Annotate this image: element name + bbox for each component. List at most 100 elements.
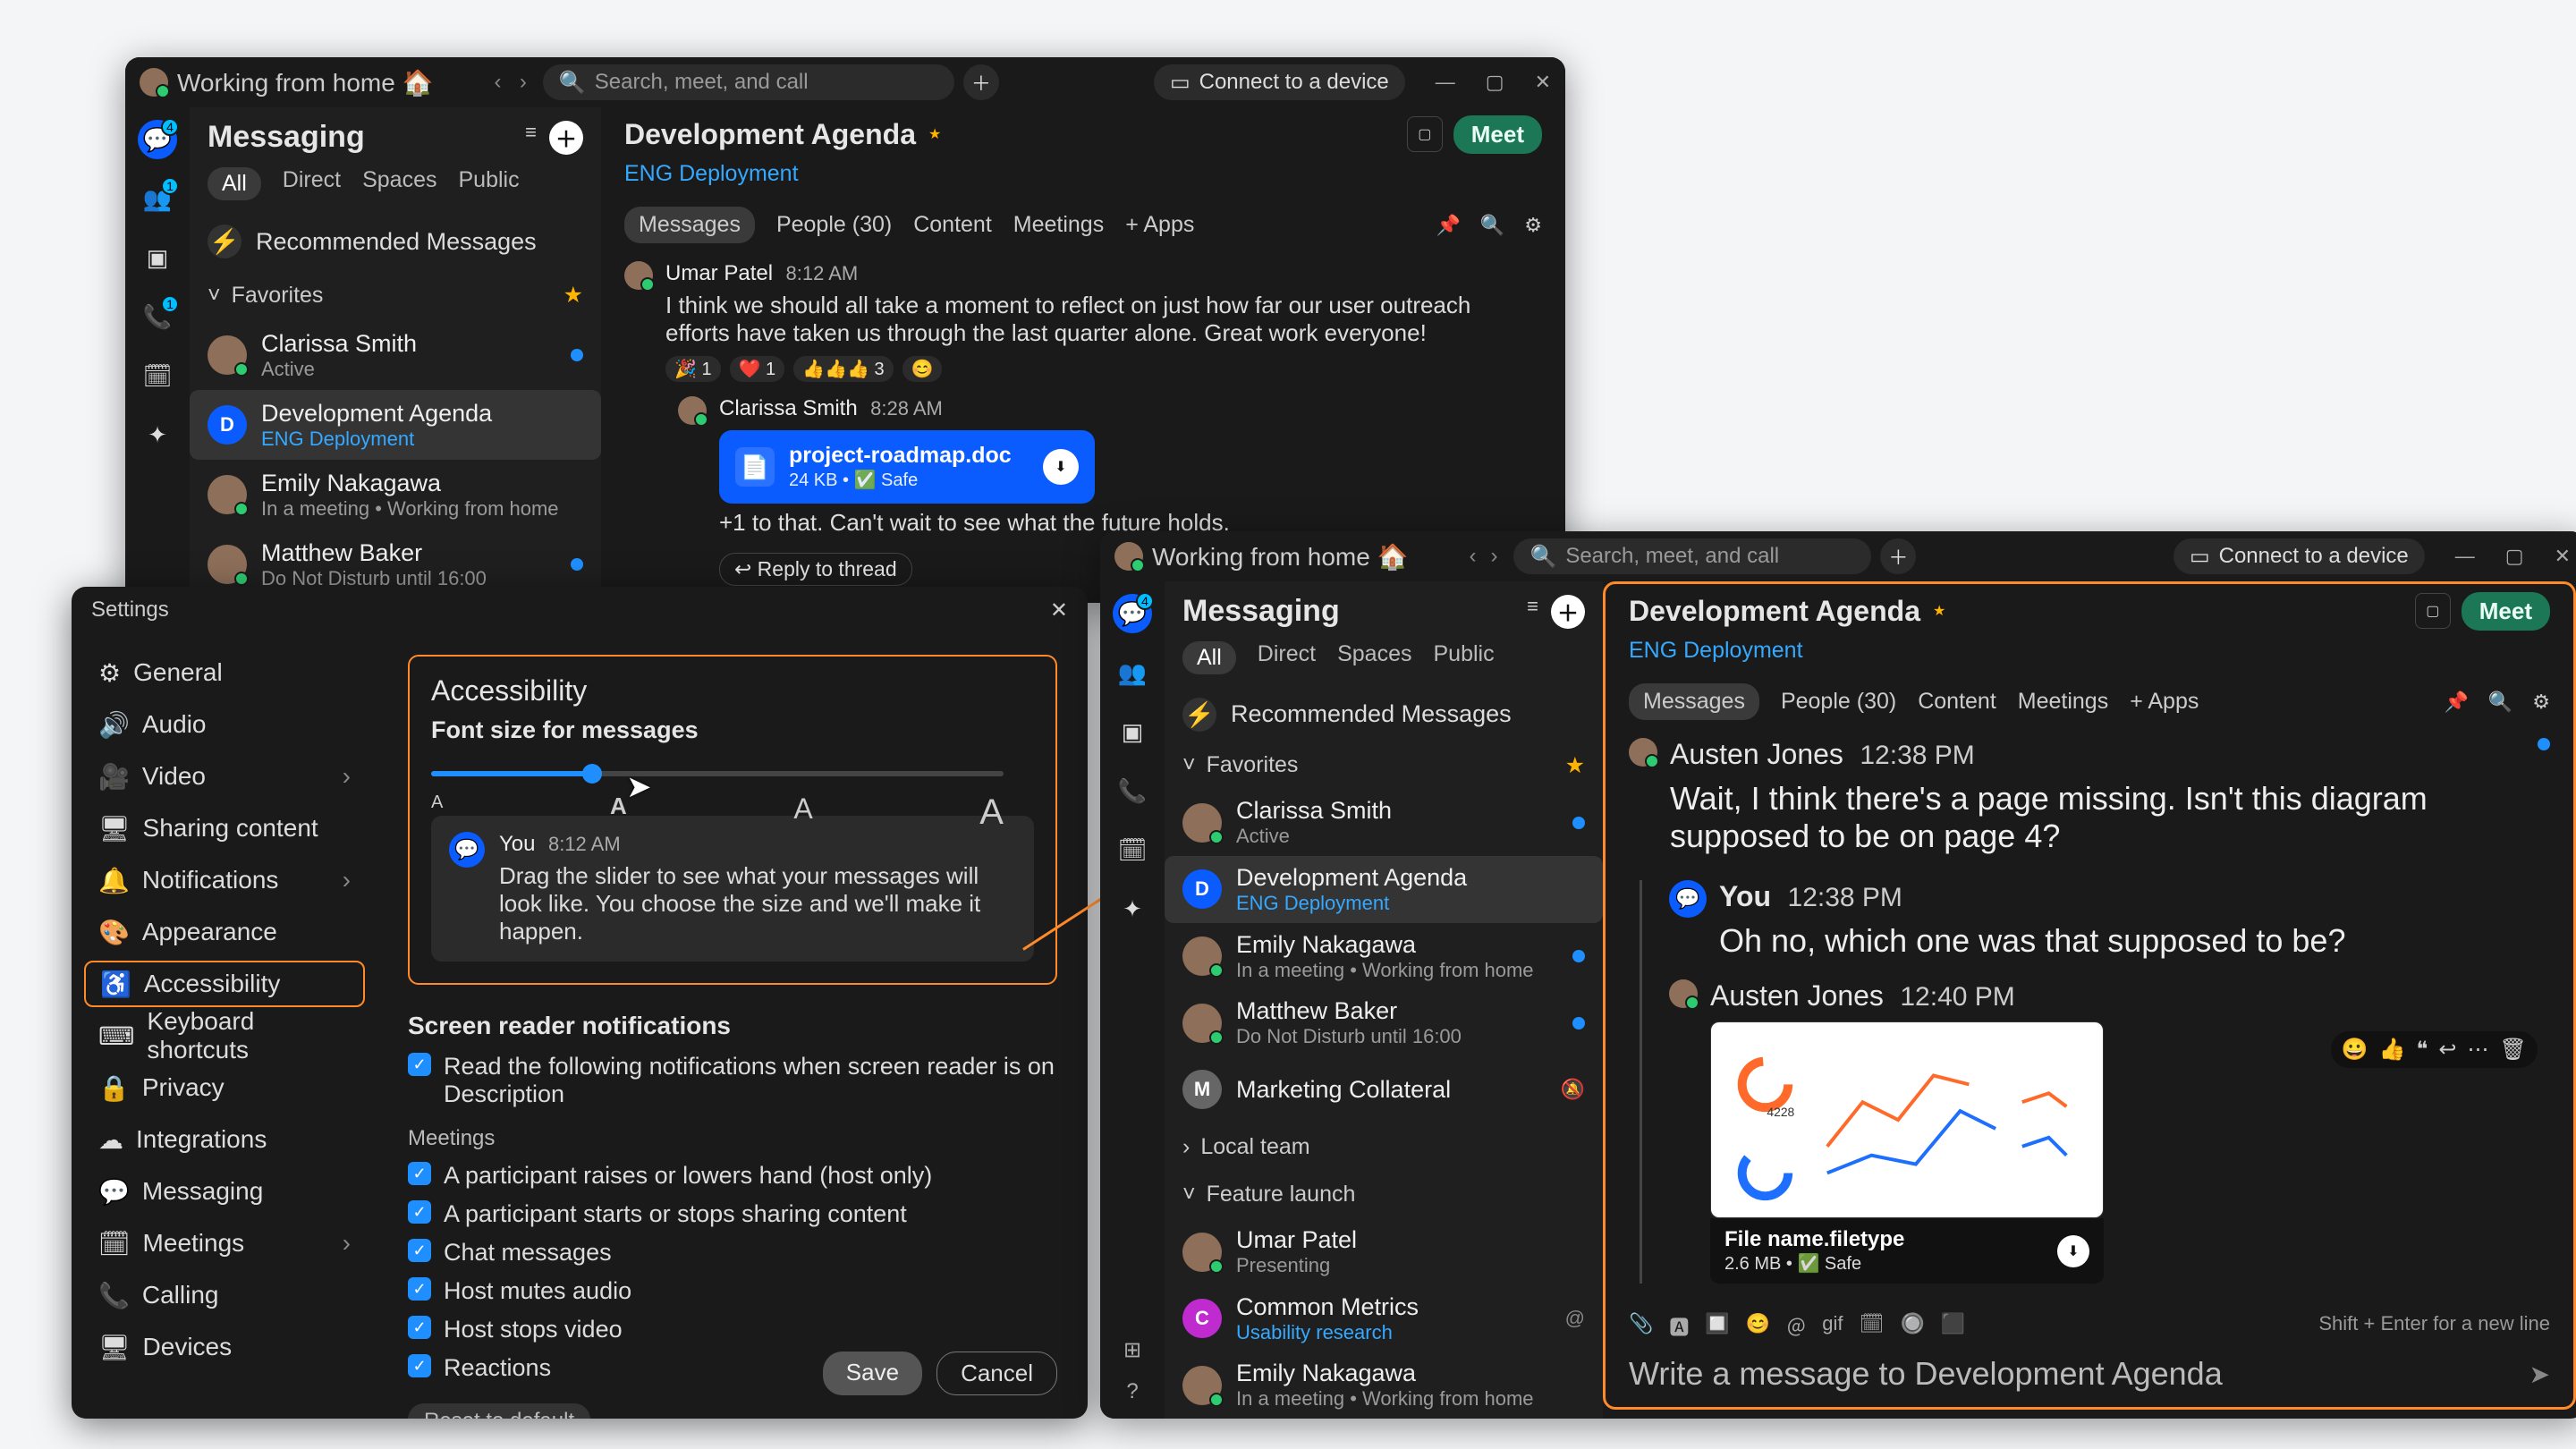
filter-icon[interactable]: ≡ <box>525 121 537 155</box>
settings-nav-messaging[interactable]: 💬Messaging <box>84 1168 365 1215</box>
reply-thread-button[interactable]: ↩ Reply to thread <box>719 553 912 586</box>
react-delete[interactable]: 🗑 <box>2500 1037 2527 1063</box>
rail-chat[interactable]: 💬4 <box>1113 594 1152 633</box>
cancel-button[interactable]: Cancel <box>936 1352 1057 1395</box>
author-avatar[interactable] <box>624 261 653 290</box>
conv-development-agenda[interactable]: D Development AgendaENG Deployment <box>190 390 601 460</box>
checkbox-row[interactable]: ✓A participant starts or stops sharing c… <box>408 1195 1057 1233</box>
rail-contacts[interactable]: ▣ <box>1113 712 1152 751</box>
filter-spaces[interactable]: Spaces <box>362 167 436 200</box>
global-search[interactable]: 🔍 Search, meet, and call <box>1513 538 1871 574</box>
react-quote[interactable]: ❝ <box>2417 1037 2428 1063</box>
reset-button[interactable]: Reset to default <box>408 1403 590 1419</box>
filter-icon[interactable]: ≡ <box>1527 595 1538 629</box>
filter-public[interactable]: Public <box>458 167 519 200</box>
mention-icon[interactable]: ＠ <box>1786 1312 1806 1341</box>
tab-meetings[interactable]: Meetings <box>2018 689 2108 715</box>
rail-contacts[interactable]: ▣ <box>138 238 177 277</box>
author-avatar[interactable] <box>1629 738 1657 767</box>
bitmap-icon[interactable]: ⬛ <box>1941 1312 1965 1341</box>
forward-button[interactable]: › <box>1490 544 1497 568</box>
settings-nav-accessibility[interactable]: ♿Accessibility <box>84 961 365 1007</box>
tab-messages[interactable]: Messages <box>1629 683 1759 720</box>
format-icon[interactable]: 🅰 <box>1669 1312 1689 1341</box>
settings-nav-sharing-content[interactable]: 🖥Sharing content <box>84 805 365 852</box>
emoji-icon[interactable]: 😊 <box>1746 1312 1770 1341</box>
checkbox[interactable]: ✓ <box>408 1053 431 1076</box>
rail-more[interactable]: ✦ <box>138 415 177 454</box>
favorites-header[interactable]: ˅ Favorites ★ <box>190 270 601 320</box>
settings-nav-notifications[interactable]: 🔔Notifications› <box>84 857 365 903</box>
save-button[interactable]: Save <box>823 1352 922 1395</box>
download-button[interactable]: ⬇ <box>2057 1235 2089 1267</box>
filter-direct[interactable]: Direct <box>283 167 341 200</box>
settings-nav-appearance[interactable]: 🎨Appearance <box>84 909 365 955</box>
tab-apps[interactable]: + Apps <box>2130 689 2199 715</box>
search-icon[interactable]: 🔍 <box>1480 214 1504 237</box>
space-link[interactable]: ENG Deployment <box>1629 638 2550 674</box>
filter-all[interactable]: All <box>1182 641 1236 674</box>
checkbox[interactable]: ✓ <box>408 1277 431 1301</box>
attach-icon[interactable]: 📎 <box>1629 1312 1653 1341</box>
download-button[interactable]: ⬇ <box>1043 449 1079 485</box>
rail-calls[interactable]: 📞 <box>1113 771 1152 810</box>
space-link[interactable]: ENG Deployment <box>624 161 1542 198</box>
author-avatar[interactable] <box>678 396 707 425</box>
checkbox[interactable]: ✓ <box>408 1316 431 1339</box>
minimize-button[interactable]: — <box>2455 545 2475 568</box>
meet-button[interactable]: Meet <box>2462 592 2550 631</box>
image-attachment[interactable]: 4228 <box>1710 1021 2104 1218</box>
gif-icon[interactable]: gif <box>1822 1312 1843 1341</box>
checkbox-row[interactable]: ✓Chat messages <box>408 1233 1057 1272</box>
gear-icon[interactable]: ⚙ <box>1524 214 1542 237</box>
rail-calendar[interactable]: 🗓 <box>1113 830 1152 869</box>
rail-teams[interactable]: 👥 <box>1113 653 1152 692</box>
composer-input[interactable]: Write a message to Development Agenda <box>1629 1355 2223 1393</box>
connect-device[interactable]: ▭Connect to a device <box>2174 538 2425 574</box>
minimize-button[interactable]: — <box>1436 71 1455 94</box>
tab-apps[interactable]: + Apps <box>1125 212 1194 238</box>
conv-clarissa[interactable]: Clarissa SmithActive <box>190 320 601 390</box>
maximize-button[interactable]: ▢ <box>1486 71 1504 94</box>
back-button[interactable]: ‹ <box>494 70 501 94</box>
record-icon[interactable]: 🔘 <box>1900 1312 1924 1341</box>
filter-public[interactable]: Public <box>1433 641 1494 674</box>
send-button[interactable]: ➤ <box>2529 1360 2550 1389</box>
schedule-icon[interactable]: 🗓 <box>1860 1312 1885 1341</box>
settings-nav-devices[interactable]: 🖥Devices <box>84 1324 365 1370</box>
back-button[interactable]: ‹ <box>1469 544 1476 568</box>
settings-nav-calling[interactable]: 📞Calling <box>84 1272 365 1318</box>
checkbox-row[interactable]: ✓Host stops video <box>408 1310 1057 1349</box>
conv-umar[interactable]: Umar PatelPresenting <box>1165 1218 1603 1285</box>
conv-marketing[interactable]: MMarketing Collateral🔕 <box>1165 1056 1603 1123</box>
settings-nav-keyboard-shortcuts[interactable]: ⌨Keyboard shortcuts <box>84 1013 365 1059</box>
new-action-button[interactable]: ＋ <box>963 64 999 100</box>
checkbox-row[interactable]: ✓Host mutes audio <box>408 1272 1057 1310</box>
settings-nav-video[interactable]: 🎥Video› <box>84 753 365 800</box>
apps-icon[interactable]: ⊞ <box>1123 1337 1141 1363</box>
sr-description[interactable]: ✓ Read the following notifications when … <box>408 1047 1057 1114</box>
pin-icon[interactable]: 📌 <box>1436 214 1460 237</box>
screenshot-icon[interactable]: 🔲 <box>1705 1312 1729 1341</box>
filter-all[interactable]: All <box>208 167 261 200</box>
camera-button[interactable]: ▢ <box>2415 593 2451 629</box>
new-action-button[interactable]: ＋ <box>1880 538 1916 574</box>
global-search[interactable]: 🔍 Search, meet, and call <box>543 64 954 100</box>
rail-calendar[interactable]: 🗓 <box>138 356 177 395</box>
user-avatar[interactable] <box>1114 542 1143 571</box>
tab-messages[interactable]: Messages <box>624 207 755 243</box>
file-attachment[interactable]: 📄 project-roadmap.doc 24 KB • ✅ Safe ⬇ <box>719 430 1095 504</box>
settings-nav-audio[interactable]: 🔊Audio <box>84 701 365 748</box>
recommended-row[interactable]: ⚡Recommended Messages <box>1165 687 1603 741</box>
recommended-row[interactable]: ⚡ Recommended Messages <box>190 213 601 270</box>
conv-emily-2[interactable]: Emily NakagawaIn a meeting • Working fro… <box>1165 1352 1603 1419</box>
conv-clarissa[interactable]: Clarissa SmithActive <box>1165 790 1603 857</box>
conv-development-agenda[interactable]: DDevelopment AgendaENG Deployment <box>1165 856 1603 923</box>
help-icon[interactable]: ? <box>1126 1379 1138 1404</box>
checkbox[interactable]: ✓ <box>408 1200 431 1224</box>
filter-direct[interactable]: Direct <box>1258 641 1316 674</box>
close-settings-button[interactable]: ✕ <box>1050 597 1068 623</box>
new-chat-button[interactable]: ＋ <box>549 121 583 155</box>
rail-chat[interactable]: 💬4 <box>138 120 177 159</box>
presence-status[interactable]: Working from home 🏠 <box>177 68 433 97</box>
